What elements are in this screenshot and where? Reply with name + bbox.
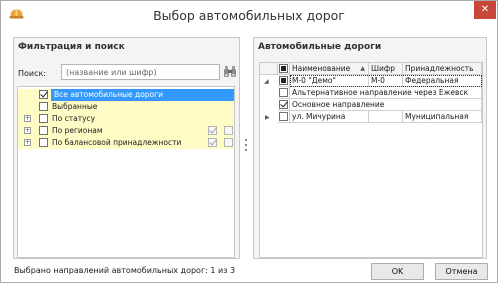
row-checkbox[interactable] bbox=[279, 100, 288, 109]
table-row-check[interactable] bbox=[278, 75, 290, 87]
panel-splitter[interactable] bbox=[245, 139, 248, 155]
filter-item-label: Все автомобильные дороги bbox=[51, 89, 234, 101]
row-checkbox[interactable] bbox=[279, 88, 288, 97]
expand-icon[interactable]: + bbox=[24, 139, 31, 146]
ok-button[interactable]: OK bbox=[371, 263, 424, 280]
road-code-cell[interactable] bbox=[369, 111, 403, 123]
road-owner-cell[interactable]: Муниципальная bbox=[403, 111, 482, 123]
roads-panel: Автомобильные дороги Наименование ▲ Шифр… bbox=[253, 37, 487, 259]
roads-panel-title: Автомобильные дороги bbox=[258, 42, 382, 52]
filter-panel: Фильтрация и поиск Поиск: Все автомобиль… bbox=[13, 37, 240, 259]
column-header-name[interactable]: Наименование ▲ bbox=[290, 63, 369, 75]
select-all-checkbox[interactable] bbox=[279, 64, 288, 73]
grid-header-expander bbox=[260, 63, 278, 75]
direction-name-cell[interactable]: Альтернативное направление через Ежевск bbox=[290, 87, 482, 99]
expand-icon[interactable]: + bbox=[24, 115, 31, 122]
filter-checkbox[interactable] bbox=[39, 114, 48, 123]
child-row-check[interactable] bbox=[278, 99, 290, 111]
region-option-checkbox[interactable] bbox=[224, 126, 233, 135]
column-header-owner[interactable]: Принадлежность bbox=[403, 63, 482, 75]
filter-checkbox[interactable] bbox=[39, 126, 48, 135]
expand-icon[interactable]: + bbox=[24, 127, 31, 134]
row-checkbox[interactable] bbox=[279, 76, 288, 85]
region-option-checkbox[interactable] bbox=[208, 126, 217, 135]
sort-ascending-icon: ▲ bbox=[360, 65, 365, 72]
binoculars-icon[interactable] bbox=[223, 65, 237, 79]
balance-option-checkbox[interactable] bbox=[208, 138, 217, 147]
filter-item-label: Выбранные bbox=[52, 102, 98, 111]
selection-status: Выбрано направлений автомобильных дорог:… bbox=[14, 266, 236, 275]
row-checkbox[interactable] bbox=[279, 112, 288, 121]
expand-arrow-icon[interactable]: ▶ bbox=[265, 114, 270, 121]
road-name-cell[interactable]: ул. Мичурина bbox=[290, 111, 369, 123]
filter-item-by-status[interactable]: + По статусу bbox=[18, 113, 234, 125]
cancel-button[interactable]: Отмена bbox=[435, 263, 488, 280]
search-input[interactable] bbox=[61, 64, 220, 80]
road-selection-dialog: Выбор автомобильных дорог ✕ Фильтрация и… bbox=[0, 0, 498, 283]
filter-item-label: По статусу bbox=[52, 114, 96, 123]
filter-item-label: По балансовой принадлежности bbox=[52, 138, 182, 147]
roads-grid: Наименование ▲ Шифр Принадлежность ◢ М-0… bbox=[259, 62, 483, 258]
focused-row-outline bbox=[290, 75, 482, 87]
filter-checkbox[interactable] bbox=[39, 90, 48, 99]
column-name-label: Наименование bbox=[292, 64, 351, 73]
filter-item-by-region[interactable]: + По регионам bbox=[18, 125, 234, 137]
child-row-check[interactable] bbox=[278, 87, 290, 99]
balance-option-checkbox[interactable] bbox=[224, 138, 233, 147]
direction-name-cell[interactable]: Основное направление bbox=[290, 99, 482, 111]
column-header-code[interactable]: Шифр bbox=[369, 63, 403, 75]
filter-item-all-roads[interactable]: Все автомобильные дороги bbox=[18, 89, 234, 101]
table-row-check[interactable] bbox=[278, 111, 290, 123]
filter-item-by-balance[interactable]: + По балансовой принадлежности bbox=[18, 137, 234, 149]
title-bar: Выбор автомобильных дорог ✕ bbox=[1, 1, 497, 28]
search-label: Поиск: bbox=[18, 69, 47, 78]
filter-checkbox[interactable] bbox=[39, 138, 48, 147]
grid-header-check[interactable] bbox=[278, 63, 290, 75]
filter-item-selected[interactable]: Выбранные bbox=[18, 101, 234, 113]
collapse-arrow-icon[interactable]: ◢ bbox=[264, 78, 269, 85]
filter-checkbox[interactable] bbox=[39, 102, 48, 111]
filter-item-label: По регионам bbox=[52, 126, 103, 135]
filter-panel-title: Фильтрация и поиск bbox=[18, 42, 125, 52]
close-button[interactable]: ✕ bbox=[474, 1, 496, 19]
window-title: Выбор автомобильных дорог bbox=[153, 8, 345, 23]
filter-tree: Все автомобильные дороги Выбранные + По … bbox=[17, 86, 235, 258]
